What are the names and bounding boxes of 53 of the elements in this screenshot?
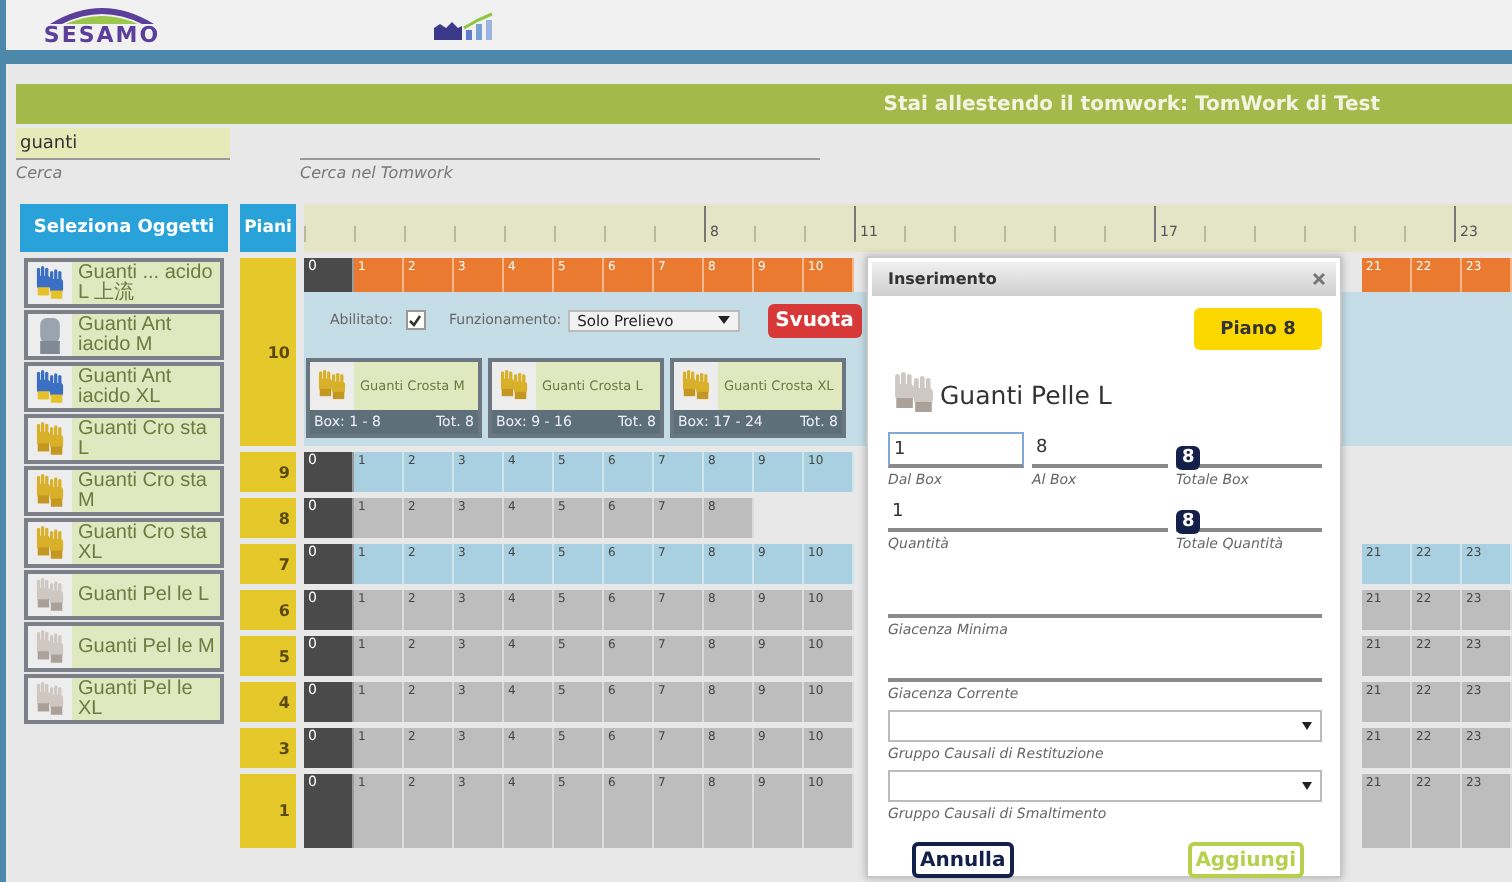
caret-icon bbox=[1302, 782, 1312, 790]
floor-number[interactable]: 3 bbox=[240, 728, 296, 768]
object-item[interactable]: Guanti Pel le XL bbox=[24, 674, 224, 724]
empty-button[interactable]: Svuota bbox=[767, 303, 862, 337]
input-field[interactable]: 1 bbox=[888, 432, 1024, 468]
floor-number[interactable]: 10 bbox=[240, 258, 296, 446]
object-item[interactable]: Guanti Ant iacido XL bbox=[24, 362, 224, 412]
dropdown[interactable] bbox=[888, 770, 1322, 802]
close-icon bbox=[1312, 272, 1326, 286]
caret-icon bbox=[1302, 722, 1312, 730]
gear-chart-icon bbox=[430, 11, 498, 39]
gloves-icon bbox=[678, 370, 714, 402]
item-title: Guanti Pelle L bbox=[940, 379, 1112, 409]
floor-number[interactable]: 5 bbox=[240, 636, 296, 676]
floor-number[interactable]: 4 bbox=[240, 682, 296, 722]
gloves-icon bbox=[32, 473, 68, 509]
object-item[interactable]: Guanti Pel le L bbox=[24, 570, 224, 620]
object-item[interactable]: Guanti Cro sta M bbox=[24, 466, 224, 516]
gloves-icon bbox=[496, 370, 532, 402]
floor-number[interactable]: 1 bbox=[240, 774, 296, 848]
field-label: Cerca nel Tomwork bbox=[300, 164, 455, 182]
object-item[interactable]: Guanti Pel le M bbox=[24, 622, 224, 672]
object-item[interactable]: Guanti Cro sta L bbox=[24, 414, 224, 464]
gloves-icon bbox=[32, 369, 68, 405]
floor-number[interactable]: 7 bbox=[240, 544, 296, 584]
select-objects-button[interactable]: Seleziona Oggetti bbox=[20, 204, 228, 252]
dialog-title: Inserimento bbox=[888, 270, 997, 288]
floor-number[interactable]: 6 bbox=[240, 590, 296, 630]
object-item[interactable]: Guanti ... acido L 上流 bbox=[24, 258, 224, 308]
gloves-icon bbox=[32, 421, 68, 457]
total-badge: 8 bbox=[1176, 446, 1201, 470]
logo-text: SESAMO bbox=[43, 24, 161, 46]
dropdown[interactable] bbox=[888, 710, 1322, 742]
floor-number[interactable]: 9 bbox=[240, 452, 296, 492]
gloves-icon bbox=[32, 629, 68, 665]
floors-header: Piani bbox=[240, 204, 296, 252]
search-field[interactable]: guanti bbox=[16, 128, 230, 160]
gloves-icon bbox=[32, 525, 68, 561]
gloves-icon bbox=[32, 681, 68, 717]
gloves-icon bbox=[32, 265, 68, 301]
enabled-checkbox[interactable] bbox=[405, 310, 425, 330]
gloves-icon bbox=[314, 370, 350, 402]
banner-title: Stai allestendo il tomwork: TomWork di Test bbox=[16, 84, 1512, 124]
input-field[interactable]: 8 bbox=[1032, 432, 1168, 468]
floor-badge: Piano 8 bbox=[1194, 308, 1322, 350]
field-label: Cerca bbox=[16, 164, 65, 182]
total-badge: 8 bbox=[1176, 510, 1201, 534]
cancel-button[interactable]: Annulla bbox=[912, 842, 1014, 878]
object-item[interactable]: Guanti Ant iacido M bbox=[24, 310, 224, 360]
object-item[interactable]: Guanti Cro sta XL bbox=[24, 518, 224, 568]
gloves-icon bbox=[32, 577, 68, 613]
floor-number[interactable]: 8 bbox=[240, 498, 296, 538]
caret-icon bbox=[717, 316, 730, 324]
